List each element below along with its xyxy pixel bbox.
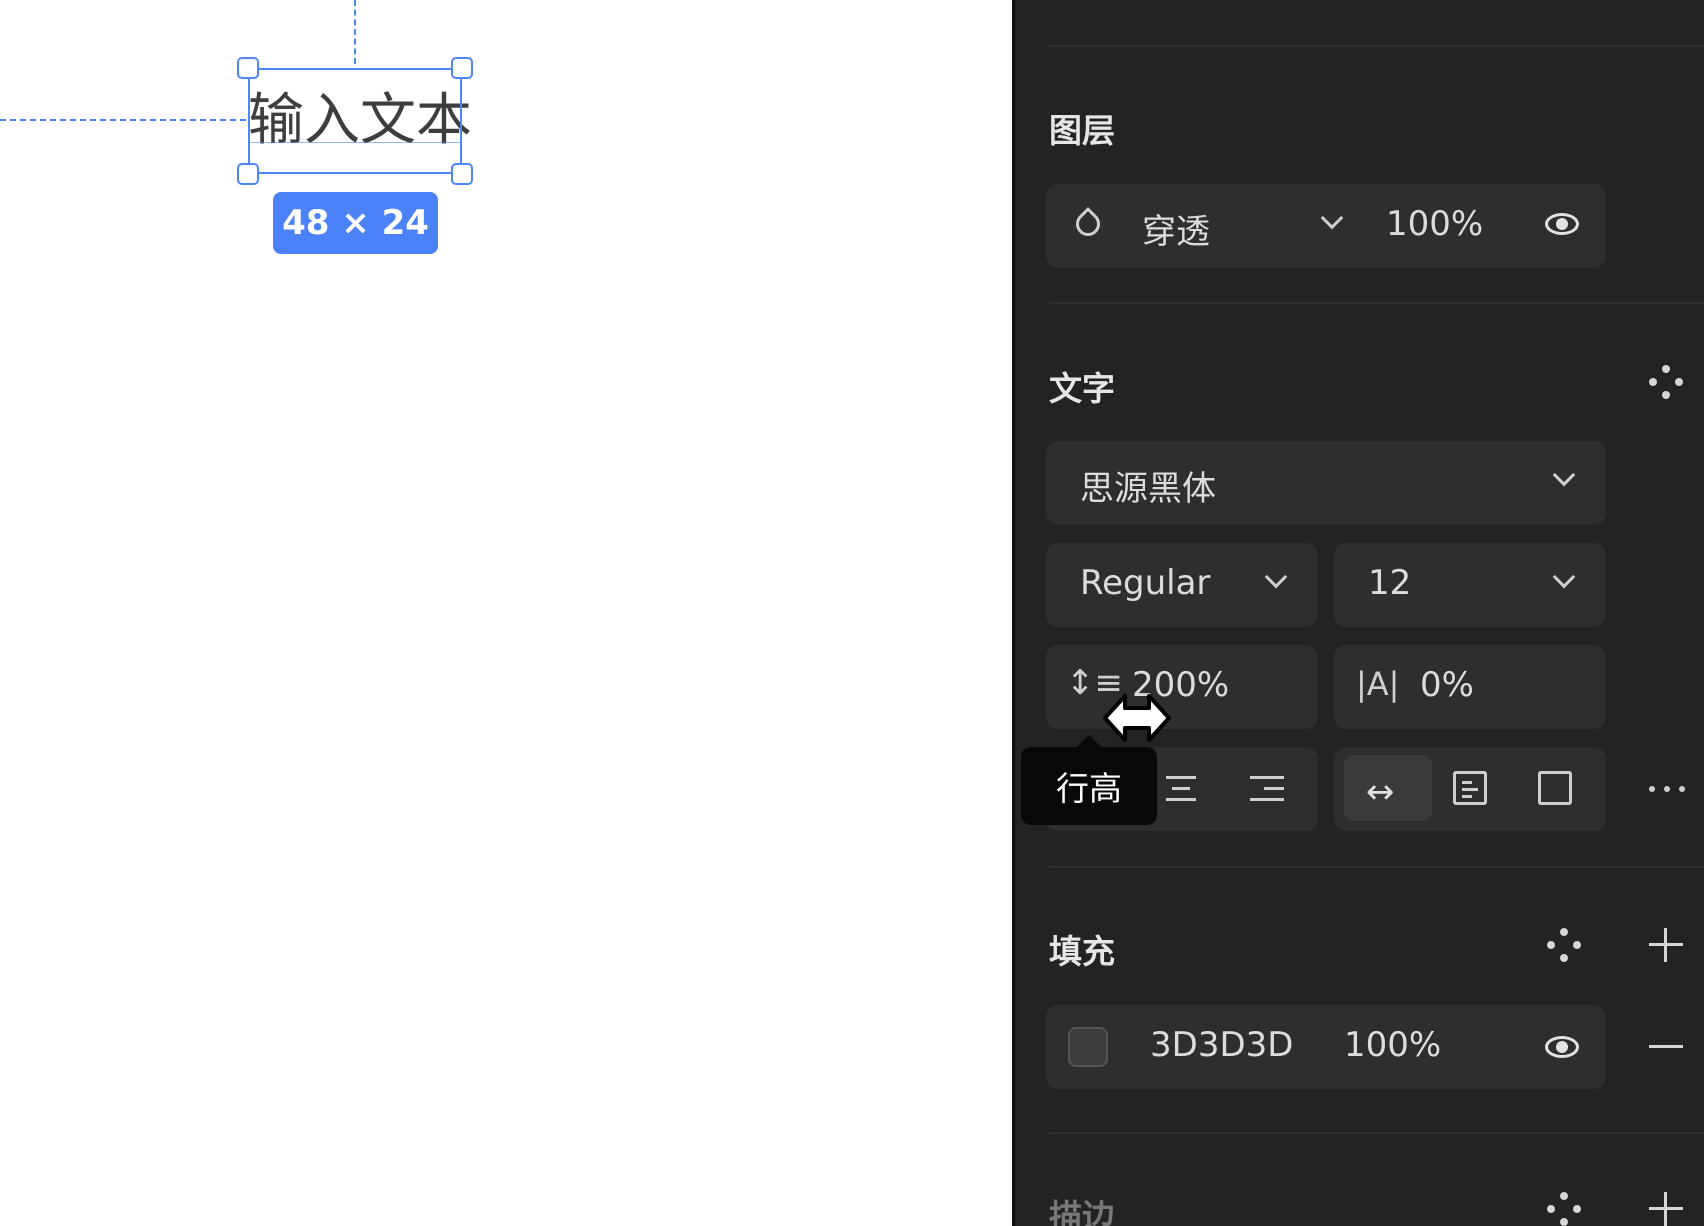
letter-spacing-icon: |A| [1356, 665, 1400, 703]
more-options-icon[interactable] [1649, 786, 1685, 792]
font-weight-dropdown[interactable]: Regular [1046, 543, 1318, 627]
text-style-icon[interactable] [1649, 365, 1683, 399]
align-right-icon[interactable] [1250, 776, 1284, 802]
add-stroke-plus-icon[interactable] [1649, 1192, 1683, 1226]
dimensions-badge: 48 × 24 [273, 192, 438, 254]
font-family-dropdown[interactable]: 思源黑体 [1046, 441, 1606, 525]
letter-spacing-input[interactable]: 0% [1420, 665, 1474, 705]
blend-drop-icon [1071, 207, 1105, 241]
eye-icon[interactable] [1545, 1036, 1579, 1058]
resize-handle-top-right[interactable] [451, 57, 473, 79]
vertical-guide-line [354, 0, 356, 64]
resize-handle-top-left[interactable] [237, 57, 259, 79]
horizontal-guide-line [0, 119, 246, 121]
auto-height-icon[interactable] [1453, 771, 1487, 805]
layer-opacity-input[interactable]: 100% [1386, 204, 1483, 244]
line-height-tooltip: 行高 [1021, 735, 1157, 825]
section-divider [1049, 866, 1704, 868]
font-weight-value: Regular [1080, 563, 1211, 603]
line-height-field[interactable]: ↕≡ 200% [1046, 645, 1318, 729]
fill-opacity-input[interactable]: 100% [1344, 1025, 1441, 1065]
stroke-style-icon[interactable] [1547, 1192, 1581, 1226]
resize-handle-bottom-left[interactable] [237, 163, 259, 185]
resize-handle-bottom-right[interactable] [451, 163, 473, 185]
blend-mode-dropdown[interactable]: 穿透 [1142, 204, 1210, 253]
chevron-down-icon[interactable] [1320, 206, 1344, 230]
add-fill-plus-icon[interactable] [1649, 928, 1683, 962]
fill-color-row: 3D3D3D 100% [1046, 1005, 1606, 1089]
auto-width-icon: ↔ [1366, 772, 1395, 812]
fixed-size-icon[interactable] [1538, 771, 1572, 805]
section-divider [1049, 302, 1704, 304]
align-center-icon[interactable] [1166, 776, 1196, 802]
selection-box[interactable] [248, 68, 462, 174]
font-size-dropdown[interactable]: 12 [1334, 543, 1606, 627]
resize-cursor-icon [1101, 688, 1173, 752]
section-divider [1049, 1132, 1704, 1134]
design-canvas[interactable]: 输入文本 48 × 24 [0, 0, 1012, 1226]
chevron-down-icon [1552, 565, 1576, 589]
layer-blend-opacity-row: 穿透 100% [1046, 184, 1606, 268]
remove-fill-minus-icon[interactable] [1649, 1045, 1683, 1048]
fill-style-icon[interactable] [1547, 928, 1581, 962]
fill-color-swatch[interactable] [1068, 1027, 1108, 1067]
fill-section-title: 填充 [1049, 932, 1115, 971]
layer-section-title: 图层 [1049, 111, 1115, 150]
blend-mode-value: 穿透 [1142, 212, 1210, 252]
chevron-down-icon [1264, 565, 1288, 589]
eye-icon[interactable] [1545, 213, 1579, 235]
text-section-title: 文字 [1049, 369, 1115, 408]
font-family-value: 思源黑体 [1080, 469, 1216, 509]
letter-spacing-field[interactable]: |A| 0% [1334, 645, 1606, 729]
section-divider [1049, 45, 1704, 47]
stroke-section-title: 描边 [1049, 1197, 1115, 1226]
fill-hex-input[interactable]: 3D3D3D [1150, 1025, 1293, 1065]
chevron-down-icon [1552, 463, 1576, 487]
font-size-value: 12 [1368, 563, 1412, 603]
